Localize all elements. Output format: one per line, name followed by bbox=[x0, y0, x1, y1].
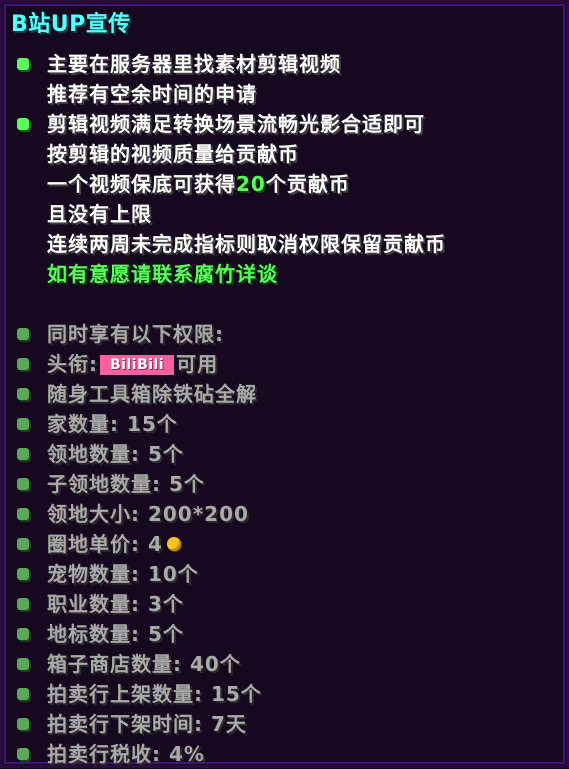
perk-title-suffix: 可用 bbox=[176, 352, 219, 376]
description-line: 剪辑视频满足转换场景流畅光影合适即可 bbox=[47, 112, 425, 136]
reward-line: 一个视频保底可获得20个贡献币 bbox=[47, 169, 350, 199]
green-square-bullet-icon bbox=[17, 358, 29, 370]
green-square-bullet-icon bbox=[17, 688, 29, 700]
description-line: 主要在服务器里找素材剪辑视频 bbox=[47, 52, 341, 76]
reward-text: 一个视频保底可获得 bbox=[47, 172, 236, 196]
item-tooltip: B站UP宣传 主要在服务器里找素材剪辑视频 推荐有空余时间的申请 剪辑视频满足转… bbox=[0, 0, 569, 768]
perk-item: 领地数量: 5个 bbox=[47, 442, 184, 466]
green-square-bullet-icon bbox=[17, 628, 29, 640]
green-square-bullet-icon bbox=[17, 328, 29, 340]
green-square-bullet-icon bbox=[17, 418, 29, 430]
green-square-bullet-icon bbox=[17, 658, 29, 670]
perk-item: 拍卖行税收: 4% bbox=[47, 742, 205, 766]
reward-unit: 个贡献币 bbox=[265, 172, 350, 196]
description-line: 连续两周未完成指标则取消权限保留贡献币 bbox=[47, 232, 446, 256]
green-square-bullet-icon bbox=[17, 598, 29, 610]
description-line: 且没有上限 bbox=[47, 202, 152, 226]
perk-item: 子领地数量: 5个 bbox=[47, 472, 205, 496]
green-square-bullet-icon bbox=[17, 118, 29, 130]
perk-item: 领地大小: 200*200 bbox=[47, 502, 249, 526]
contact-line: 如有意愿请联系腐竹详谈 bbox=[47, 262, 278, 286]
perk-item: 家数量: 15个 bbox=[47, 412, 178, 436]
perk-item: 宠物数量: 10个 bbox=[47, 562, 199, 586]
green-square-bullet-icon bbox=[17, 58, 29, 70]
green-square-bullet-icon bbox=[17, 748, 29, 760]
perks-header: 同时享有以下权限: bbox=[47, 322, 224, 346]
perk-item: 随身工具箱除铁砧全解 bbox=[47, 382, 257, 406]
green-square-bullet-icon bbox=[17, 538, 29, 550]
perk-title-line: 头衔: BiliBili 可用 bbox=[47, 349, 218, 379]
green-square-bullet-icon bbox=[17, 478, 29, 490]
claim-price-text: 圈地单价: 4 bbox=[47, 532, 163, 556]
perk-item: 拍卖行下架时间: 7天 bbox=[47, 712, 247, 736]
description-line: 按剪辑的视频质量给贡献币 bbox=[47, 142, 299, 166]
tooltip-title: B站UP宣传 bbox=[11, 12, 131, 37]
green-square-bullet-icon bbox=[17, 718, 29, 730]
perk-item: 职业数量: 3个 bbox=[47, 592, 184, 616]
perk-title-prefix: 头衔: bbox=[47, 352, 98, 376]
description-line: 推荐有空余时间的申请 bbox=[47, 82, 257, 106]
perk-item: 拍卖行上架数量: 15个 bbox=[47, 682, 262, 706]
perk-item: 箱子商店数量: 40个 bbox=[47, 652, 241, 676]
green-square-bullet-icon bbox=[17, 508, 29, 520]
reward-amount: 20 bbox=[236, 172, 266, 196]
green-square-bullet-icon bbox=[17, 568, 29, 580]
bilibili-title-badge: BiliBili bbox=[100, 355, 175, 375]
green-square-bullet-icon bbox=[17, 388, 29, 400]
perk-item-claim-price: 圈地单价: 4 bbox=[47, 529, 181, 559]
green-square-bullet-icon bbox=[17, 448, 29, 460]
gold-coin-icon bbox=[166, 537, 181, 551]
perk-item: 地标数量: 5个 bbox=[47, 622, 184, 646]
